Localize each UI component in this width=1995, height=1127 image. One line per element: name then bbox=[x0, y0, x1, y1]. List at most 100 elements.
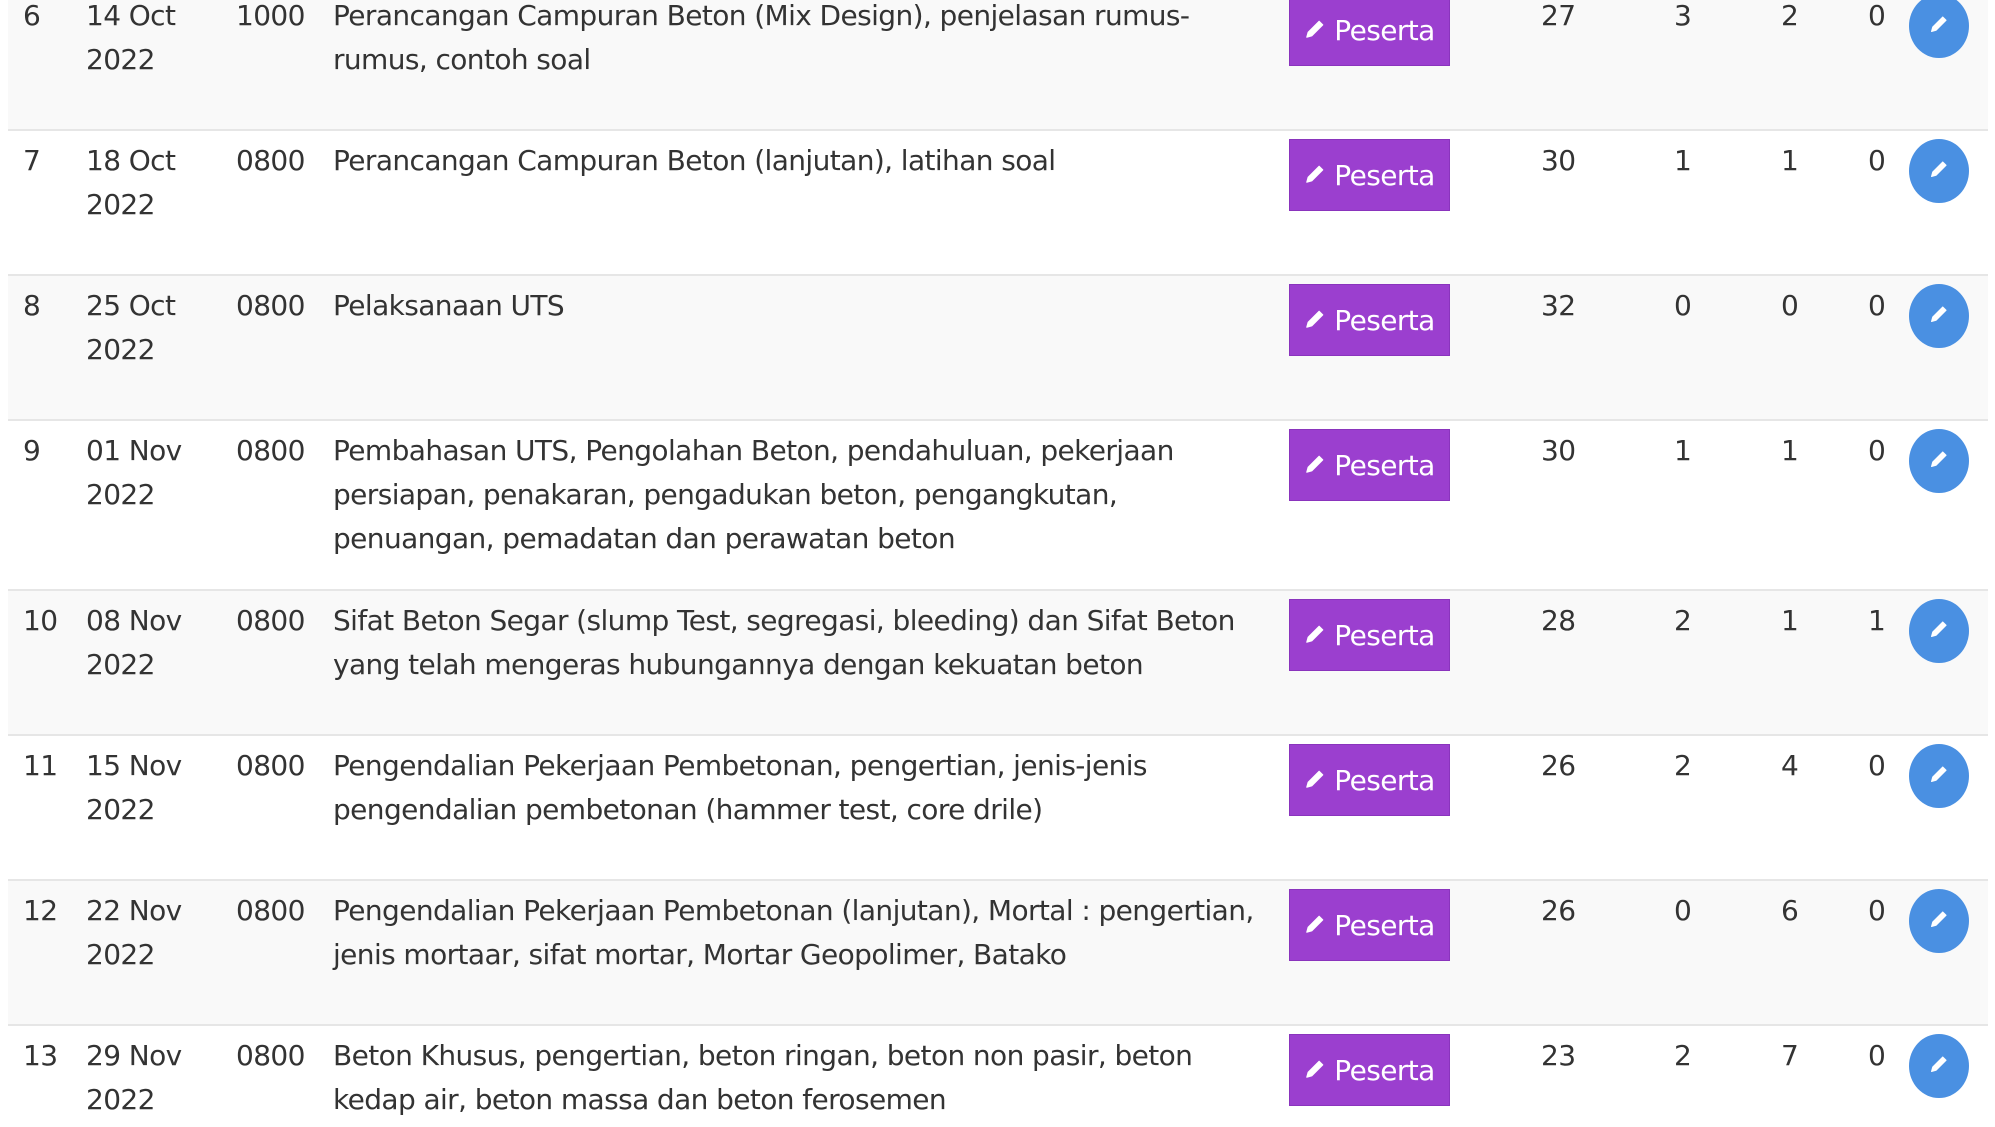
schedule-table: 6 14 Oct 2022 1000 Perancangan Campuran Bet… bbox=[8, 0, 1988, 1127]
count-col-4: 0 bbox=[1868, 434, 1886, 467]
count-col-4: 0 bbox=[1868, 749, 1886, 782]
session-date: 25 Oct 2022 bbox=[86, 289, 176, 366]
count-col-3: 1 bbox=[1781, 604, 1799, 637]
edit-button[interactable] bbox=[1909, 1034, 1969, 1098]
count-col-2: 1 bbox=[1674, 144, 1692, 177]
peserta-button[interactable]: Peserta bbox=[1289, 1034, 1450, 1106]
row-number: 13 bbox=[23, 1039, 58, 1072]
pencil-icon bbox=[1304, 304, 1334, 337]
peserta-button-label: Peserta bbox=[1334, 448, 1435, 482]
count-col-2: 2 bbox=[1674, 749, 1692, 782]
edit-button[interactable] bbox=[1909, 889, 1969, 953]
peserta-button[interactable]: Peserta bbox=[1289, 744, 1450, 816]
pencil-icon bbox=[1929, 159, 1949, 183]
table-row: 10 08 Nov 2022 0800 Sifat Beton Segar (slum… bbox=[8, 591, 1988, 736]
peserta-button-label: Peserta bbox=[1334, 618, 1435, 652]
table-row: 13 29 Nov 2022 0800 Beton Khusus, pengertia… bbox=[8, 1026, 1988, 1127]
count-col-4: 0 bbox=[1868, 0, 1886, 32]
session-time: 0800 bbox=[236, 749, 305, 782]
peserta-button[interactable]: Peserta bbox=[1289, 139, 1450, 211]
count-col-2: 1 bbox=[1674, 434, 1692, 467]
count-col-4: 0 bbox=[1868, 1039, 1886, 1072]
pencil-icon bbox=[1929, 764, 1949, 788]
count-col-2: 2 bbox=[1674, 1039, 1692, 1072]
session-topic: Sifat Beton Segar (slump Test, segregasi… bbox=[333, 604, 1235, 681]
session-time: 0800 bbox=[236, 289, 305, 322]
count-col-4: 0 bbox=[1868, 894, 1886, 927]
peserta-button-label: Peserta bbox=[1334, 13, 1435, 47]
edit-button[interactable] bbox=[1909, 599, 1969, 663]
table-row: 8 25 Oct 2022 0800 Pelaksanaan UTS Peserta 32… bbox=[8, 276, 1988, 421]
session-time: 1000 bbox=[236, 0, 305, 32]
count-hadir: 28 bbox=[1541, 604, 1576, 637]
session-date: 22 Nov 2022 bbox=[86, 894, 182, 971]
count-col-3: 1 bbox=[1781, 144, 1799, 177]
edit-button[interactable] bbox=[1909, 429, 1969, 493]
count-hadir: 27 bbox=[1541, 0, 1576, 32]
row-number: 12 bbox=[23, 894, 58, 927]
table-row: 7 18 Oct 2022 0800 Perancangan Campuran Bet… bbox=[8, 131, 1988, 276]
count-col-3: 2 bbox=[1781, 0, 1799, 32]
pencil-icon bbox=[1929, 619, 1949, 643]
peserta-button[interactable]: Peserta bbox=[1289, 0, 1450, 66]
count-col-3: 0 bbox=[1781, 289, 1799, 322]
session-topic: Pelaksanaan UTS bbox=[333, 289, 565, 322]
pencil-icon bbox=[1929, 909, 1949, 933]
row-number: 10 bbox=[23, 604, 58, 637]
session-date: 29 Nov 2022 bbox=[86, 1039, 182, 1116]
pencil-icon bbox=[1929, 304, 1949, 328]
pencil-icon bbox=[1304, 449, 1334, 482]
peserta-button-label: Peserta bbox=[1334, 763, 1435, 797]
pencil-icon bbox=[1304, 909, 1334, 942]
pencil-icon bbox=[1929, 449, 1949, 473]
pencil-icon bbox=[1304, 14, 1334, 47]
peserta-button[interactable]: Peserta bbox=[1289, 889, 1450, 961]
edit-button[interactable] bbox=[1909, 0, 1969, 58]
session-date: 08 Nov 2022 bbox=[86, 604, 182, 681]
pencil-icon bbox=[1304, 764, 1334, 797]
peserta-button-label: Peserta bbox=[1334, 158, 1435, 192]
count-col-4: 1 bbox=[1868, 604, 1886, 637]
session-topic: Pengendalian Pekerjaan Pembetonan (lanju… bbox=[333, 894, 1254, 971]
row-number: 11 bbox=[23, 749, 58, 782]
count-col-4: 0 bbox=[1868, 144, 1886, 177]
peserta-button-label: Peserta bbox=[1334, 303, 1435, 337]
peserta-button[interactable]: Peserta bbox=[1289, 599, 1450, 671]
session-time: 0800 bbox=[236, 894, 305, 927]
count-col-3: 1 bbox=[1781, 434, 1799, 467]
count-hadir: 23 bbox=[1541, 1039, 1576, 1072]
table-row: 12 22 Nov 2022 0800 Pengendalian Pekerjaan … bbox=[8, 881, 1988, 1026]
peserta-button-label: Peserta bbox=[1334, 1053, 1435, 1087]
session-date: 18 Oct 2022 bbox=[86, 144, 176, 221]
count-hadir: 32 bbox=[1541, 289, 1576, 322]
session-topic: Pengendalian Pekerjaan Pembetonan, penge… bbox=[333, 749, 1148, 826]
count-hadir: 30 bbox=[1541, 434, 1576, 467]
row-number: 6 bbox=[23, 0, 41, 32]
count-hadir: 26 bbox=[1541, 894, 1576, 927]
session-topic: Pembahasan UTS, Pengolahan Beton, pendah… bbox=[333, 434, 1174, 555]
edit-button[interactable] bbox=[1909, 744, 1969, 808]
peserta-button-label: Peserta bbox=[1334, 908, 1435, 942]
session-time: 0800 bbox=[236, 604, 305, 637]
session-time: 0800 bbox=[236, 144, 305, 177]
edit-button[interactable] bbox=[1909, 284, 1969, 348]
pencil-icon bbox=[1304, 1054, 1334, 1087]
count-hadir: 26 bbox=[1541, 749, 1576, 782]
row-number: 9 bbox=[23, 434, 41, 467]
count-hadir: 30 bbox=[1541, 144, 1576, 177]
session-topic: Beton Khusus, pengertian, beton ringan, … bbox=[333, 1039, 1193, 1116]
row-number: 8 bbox=[23, 289, 41, 322]
table-row: 6 14 Oct 2022 1000 Perancangan Campuran Bet… bbox=[8, 0, 1988, 131]
session-date: 15 Nov 2022 bbox=[86, 749, 182, 826]
peserta-button[interactable]: Peserta bbox=[1289, 284, 1450, 356]
table-row: 11 15 Nov 2022 0800 Pengendalian Pekerjaan … bbox=[8, 736, 1988, 881]
pencil-icon bbox=[1304, 159, 1334, 192]
pencil-icon bbox=[1304, 619, 1334, 652]
table-row: 9 01 Nov 2022 0800 Pembahasan UTS, Pengolah… bbox=[8, 421, 1988, 591]
count-col-2: 2 bbox=[1674, 604, 1692, 637]
edit-button[interactable] bbox=[1909, 139, 1969, 203]
pencil-icon bbox=[1929, 1054, 1949, 1078]
session-topic: Perancangan Campuran Beton (lanjutan), l… bbox=[333, 144, 1056, 177]
peserta-button[interactable]: Peserta bbox=[1289, 429, 1450, 501]
session-date: 01 Nov 2022 bbox=[86, 434, 182, 511]
